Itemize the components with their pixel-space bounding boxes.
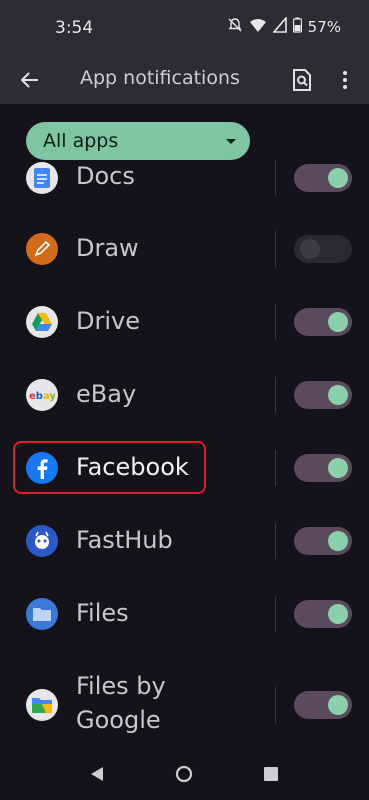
search-settings-button[interactable]	[289, 66, 315, 94]
list-item[interactable]: ebay eBay	[0, 361, 369, 434]
fasthub-icon	[26, 525, 58, 557]
notification-toggle[interactable]	[294, 381, 352, 409]
notification-toggle[interactable]	[294, 454, 352, 482]
triangle-back-icon	[91, 767, 103, 781]
list-item[interactable]: Files	[0, 580, 369, 653]
bell-off-icon	[227, 17, 243, 37]
arrow-back-icon	[20, 72, 38, 88]
app-name: Drive	[76, 307, 140, 335]
notification-toggle[interactable]	[294, 527, 352, 555]
more-options-button[interactable]	[334, 66, 356, 94]
app-name: FastHub	[76, 526, 173, 554]
battery-percent: 57%	[307, 18, 341, 36]
files-icon	[26, 598, 58, 630]
notification-toggle[interactable]	[294, 308, 352, 336]
divider	[275, 450, 276, 486]
list-item[interactable]: Draw	[0, 215, 369, 288]
divider	[275, 596, 276, 632]
highlight-box	[13, 441, 206, 494]
drive-icon	[26, 306, 58, 338]
search-document-icon	[293, 69, 311, 91]
nav-home-button[interactable]	[175, 765, 193, 783]
page-title: App notifications	[80, 67, 240, 89]
app-name: Docs	[76, 162, 135, 190]
square-recents-icon	[264, 767, 278, 781]
app-filter-label: All apps	[43, 130, 119, 152]
navigation-bar	[0, 745, 369, 800]
divider	[275, 160, 276, 196]
list-item[interactable]: FastHub	[0, 507, 369, 580]
status-time: 3:54	[55, 18, 94, 38]
draw-icon	[26, 233, 58, 265]
notification-toggle[interactable]	[294, 691, 352, 719]
nav-recents-button[interactable]	[262, 765, 280, 783]
dropdown-arrow-icon	[226, 139, 236, 144]
divider	[275, 377, 276, 413]
divider	[275, 523, 276, 559]
docs-icon	[26, 162, 58, 194]
list-item[interactable]: Files by Google	[0, 653, 369, 745]
circle-home-icon	[175, 765, 193, 783]
status-bar: 3:54 57%	[0, 0, 369, 56]
app-filter-dropdown[interactable]: All apps	[26, 122, 250, 160]
list-item[interactable]: Drive	[0, 288, 369, 361]
ebay-icon: ebay	[26, 379, 58, 411]
divider	[275, 687, 276, 723]
app-name: Draw	[76, 234, 139, 262]
app-bar: App notifications	[0, 56, 369, 104]
app-name: Files by Google	[76, 672, 166, 734]
back-button[interactable]	[16, 66, 44, 94]
app-name: eBay	[76, 380, 137, 408]
svg-text:ebay: ebay	[29, 391, 55, 401]
notification-toggle[interactable]	[294, 600, 352, 628]
signal-icon	[271, 15, 287, 37]
divider	[275, 304, 276, 340]
app-name: Files	[76, 599, 129, 627]
battery-icon	[292, 17, 302, 37]
divider	[275, 231, 276, 267]
files-by-google-icon	[26, 689, 58, 721]
list-item[interactable]: Docs	[0, 160, 369, 215]
nav-back-button[interactable]	[88, 765, 106, 783]
more-vert-icon	[343, 71, 347, 89]
notification-toggle[interactable]	[294, 164, 352, 192]
notification-toggle[interactable]	[294, 235, 352, 263]
wifi-icon	[249, 17, 267, 37]
status-icons: 57%	[227, 15, 341, 37]
